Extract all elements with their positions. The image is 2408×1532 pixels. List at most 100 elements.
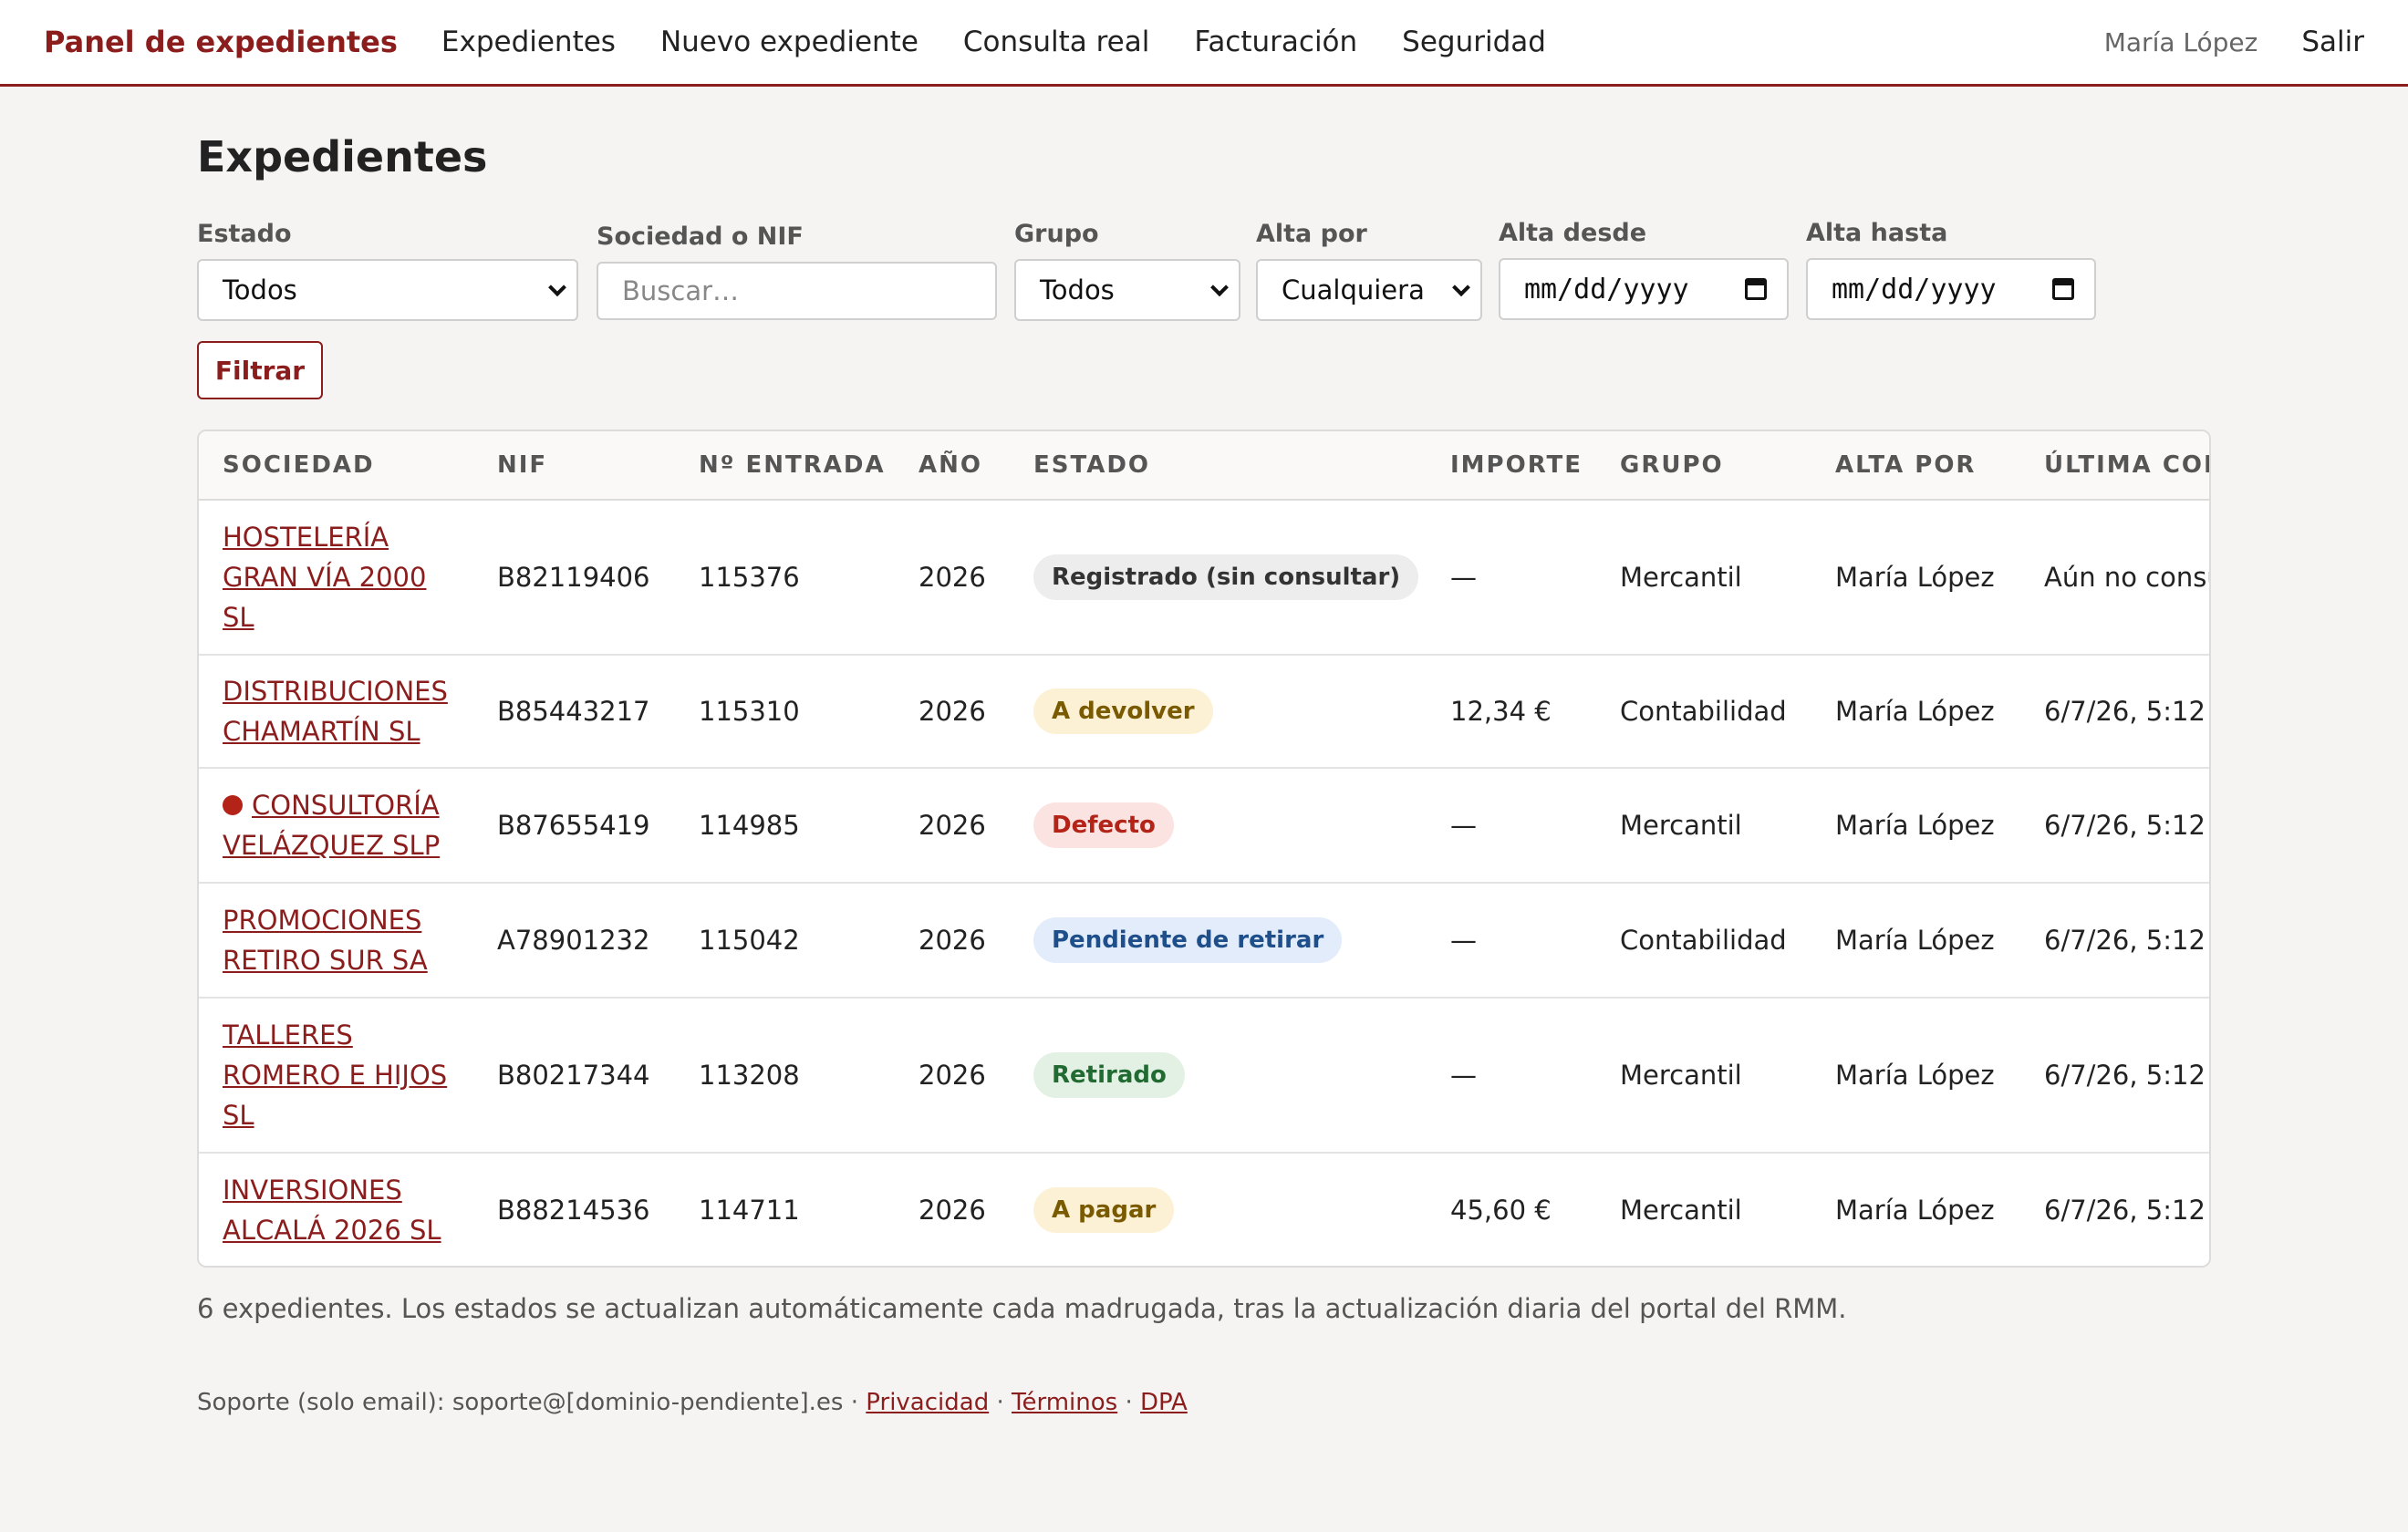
footer-separator: · (850, 1389, 867, 1416)
filter-estado-label: Estado (197, 220, 292, 248)
table-row[interactable]: TALLERES ROMERO E HIJOS SL B80217344 11320… (199, 998, 2209, 1154)
importe-value-cell: — (1427, 500, 1596, 656)
grupo-value: Mercantil (1620, 810, 1742, 841)
table-row[interactable]: CONSULTORÍA VELÁZQUEZ SLP B87655419 114985… (199, 768, 2209, 884)
grupo-value: Mercantil (1620, 1194, 1742, 1226)
brand-title[interactable]: Panel de expedientes (44, 25, 398, 59)
filter-alta-hasta-label: Alta hasta (1806, 219, 1948, 247)
calendar-icon[interactable] (1745, 278, 1767, 300)
sociedad-link[interactable]: HOSTELERÍA GRAN VÍA 2000 SL (223, 522, 426, 633)
estado-select[interactable]: Todos (197, 259, 578, 321)
status-badge-cell: A devolver (1010, 655, 1427, 769)
nif-value: A78901232 (497, 925, 650, 956)
logout-link[interactable]: Salir (2301, 26, 2364, 58)
anio-value-cell: 2026 (895, 655, 1010, 769)
alta-por-value: María López (1835, 1060, 1995, 1091)
filter-alta-desde: Alta desde mm/dd/yyyy (1499, 219, 1789, 320)
privacy-link[interactable]: Privacidad (866, 1389, 989, 1416)
grupo-select[interactable]: Todos (1014, 259, 1240, 321)
current-user: María López (2103, 26, 2258, 57)
table-row[interactable]: HOSTELERÍA GRAN VÍA 2000 SL B82119406 1153… (199, 500, 2209, 656)
alta-por-value: María López (1835, 1194, 1995, 1226)
grupo-value-cell: Mercantil (1596, 998, 1811, 1154)
col-header-importe: IMPORTE (1427, 431, 1596, 501)
col-header-grupo: GRUPO (1596, 431, 1811, 501)
status-badge: Retirado (1033, 1052, 1185, 1098)
nif-value-cell: B82119406 (473, 500, 675, 656)
nif-value-cell: B85443217 (473, 655, 675, 769)
ultima-consulta-value: Aún no consultado (2044, 562, 2209, 593)
sociedad-link-cell: CONSULTORÍA VELÁZQUEZ SLP (199, 768, 473, 884)
alta-por-value: María López (1835, 696, 1995, 727)
col-header-alta-por: ALTA POR (1811, 431, 2020, 501)
terms-link[interactable]: Términos (1012, 1389, 1117, 1416)
col-header-ultima-consulta: ÚLTIMA CONSULTA (2020, 431, 2209, 501)
table-row[interactable]: DISTRIBUCIONES CHAMARTÍN SL B85443217 1153… (199, 655, 2209, 769)
filter-alta-por-label: Alta por (1256, 220, 1367, 248)
calendar-icon[interactable] (2052, 278, 2074, 300)
sociedad-link-cell: TALLERES ROMERO E HIJOS SL (199, 998, 473, 1154)
nav-facturacion[interactable]: Facturación (1194, 26, 1357, 58)
nav-expedientes[interactable]: Expedientes (441, 26, 616, 58)
sociedad-link[interactable]: TALLERES ROMERO E HIJOS SL (223, 1020, 447, 1131)
importe-value-cell: 12,34 € (1427, 655, 1596, 769)
anio-value: 2026 (919, 1194, 986, 1226)
nif-value-cell: A78901232 (473, 883, 675, 999)
alta-desde-date-placeholder: mm/dd/yyyy (1524, 273, 1689, 305)
chevron-down-icon (1452, 278, 1470, 297)
entrada-value-cell: 114985 (675, 768, 895, 884)
status-badge-cell: Defecto (1010, 768, 1427, 884)
importe-value-cell: — (1427, 998, 1596, 1154)
sociedad-link[interactable]: PROMOCIONES RETIRO SUR SA (223, 905, 428, 976)
entrada-value: 114985 (699, 810, 800, 841)
col-header-anio: AÑO (895, 431, 1010, 501)
footer-separator: · (1125, 1389, 1140, 1416)
importe-value: — (1450, 562, 1477, 593)
nav-nuevo-expediente[interactable]: Nuevo expediente (660, 26, 919, 58)
alta-desde-date-input[interactable]: mm/dd/yyyy (1499, 258, 1789, 320)
alta-por-value-cell: María López (1811, 655, 2020, 769)
nav-consulta-real[interactable]: Consulta real (963, 26, 1149, 58)
nif-value-cell: B87655419 (473, 768, 675, 884)
alta-por-value-cell: María López (1811, 1153, 2020, 1266)
nav-seguridad[interactable]: Seguridad (1402, 26, 1546, 58)
filter-button[interactable]: Filtrar (197, 341, 323, 399)
alta-por-value-cell: María López (1811, 883, 2020, 999)
anio-value-cell: 2026 (895, 883, 1010, 999)
status-badge-cell: Registrado (sin consultar) (1010, 500, 1427, 656)
table-row[interactable]: INVERSIONES ALCALÁ 2026 SL B88214536 11471… (199, 1153, 2209, 1266)
dpa-link[interactable]: DPA (1140, 1389, 1188, 1416)
importe-value: 12,34 € (1450, 696, 1552, 727)
alta-por-select[interactable]: Cualquiera (1256, 259, 1482, 321)
estado-select-value: Todos (223, 274, 297, 305)
alta-por-value-cell: María López (1811, 500, 2020, 656)
expedientes-table-container[interactable]: SOCIEDAD NIF Nº ENTRADA AÑO ESTADO IMPOR… (197, 430, 2211, 1268)
support-text: Soporte (solo email): soporte@[dominio-p… (197, 1389, 844, 1416)
grupo-value-cell: Contabilidad (1596, 655, 1811, 769)
sociedad-search-input[interactable]: Buscar… (597, 262, 997, 320)
alta-hasta-date-placeholder: mm/dd/yyyy (1832, 273, 1997, 305)
alta-hasta-date-input[interactable]: mm/dd/yyyy (1806, 258, 2096, 320)
ultima-consulta-value-cell: 6/7/26, 5:12 (2020, 998, 2209, 1154)
importe-value-cell: 45,60 € (1427, 1153, 1596, 1266)
sociedad-link[interactable]: INVERSIONES ALCALÁ 2026 SL (223, 1175, 441, 1246)
table-row[interactable]: PROMOCIONES RETIRO SUR SA A78901232 115042… (199, 883, 2209, 999)
alta-por-value: María López (1835, 925, 1995, 956)
nif-value: B80217344 (497, 1060, 650, 1091)
grupo-value: Contabilidad (1620, 925, 1787, 956)
status-badge: Registrado (sin consultar) (1033, 554, 1419, 600)
importe-value: — (1450, 810, 1477, 841)
chevron-down-icon (548, 278, 566, 297)
anio-value-cell: 2026 (895, 768, 1010, 884)
nif-value-cell: B80217344 (473, 998, 675, 1154)
alert-dot-icon (223, 795, 243, 815)
entrada-value-cell: 115376 (675, 500, 895, 656)
entrada-value: 115376 (699, 562, 800, 593)
status-badge: A devolver (1033, 688, 1213, 734)
top-navbar: Panel de expedientes Expedientes Nuevo e… (0, 0, 2408, 87)
table-body: HOSTELERÍA GRAN VÍA 2000 SL B82119406 1153… (199, 500, 2209, 1266)
sociedad-link[interactable]: DISTRIBUCIONES CHAMARTÍN SL (223, 676, 448, 747)
ultima-consulta-value: 6/7/26, 5:12 (2044, 1060, 2206, 1091)
sociedad-link[interactable]: CONSULTORÍA VELÁZQUEZ SLP (223, 790, 440, 861)
entrada-value: 114711 (699, 1194, 800, 1226)
